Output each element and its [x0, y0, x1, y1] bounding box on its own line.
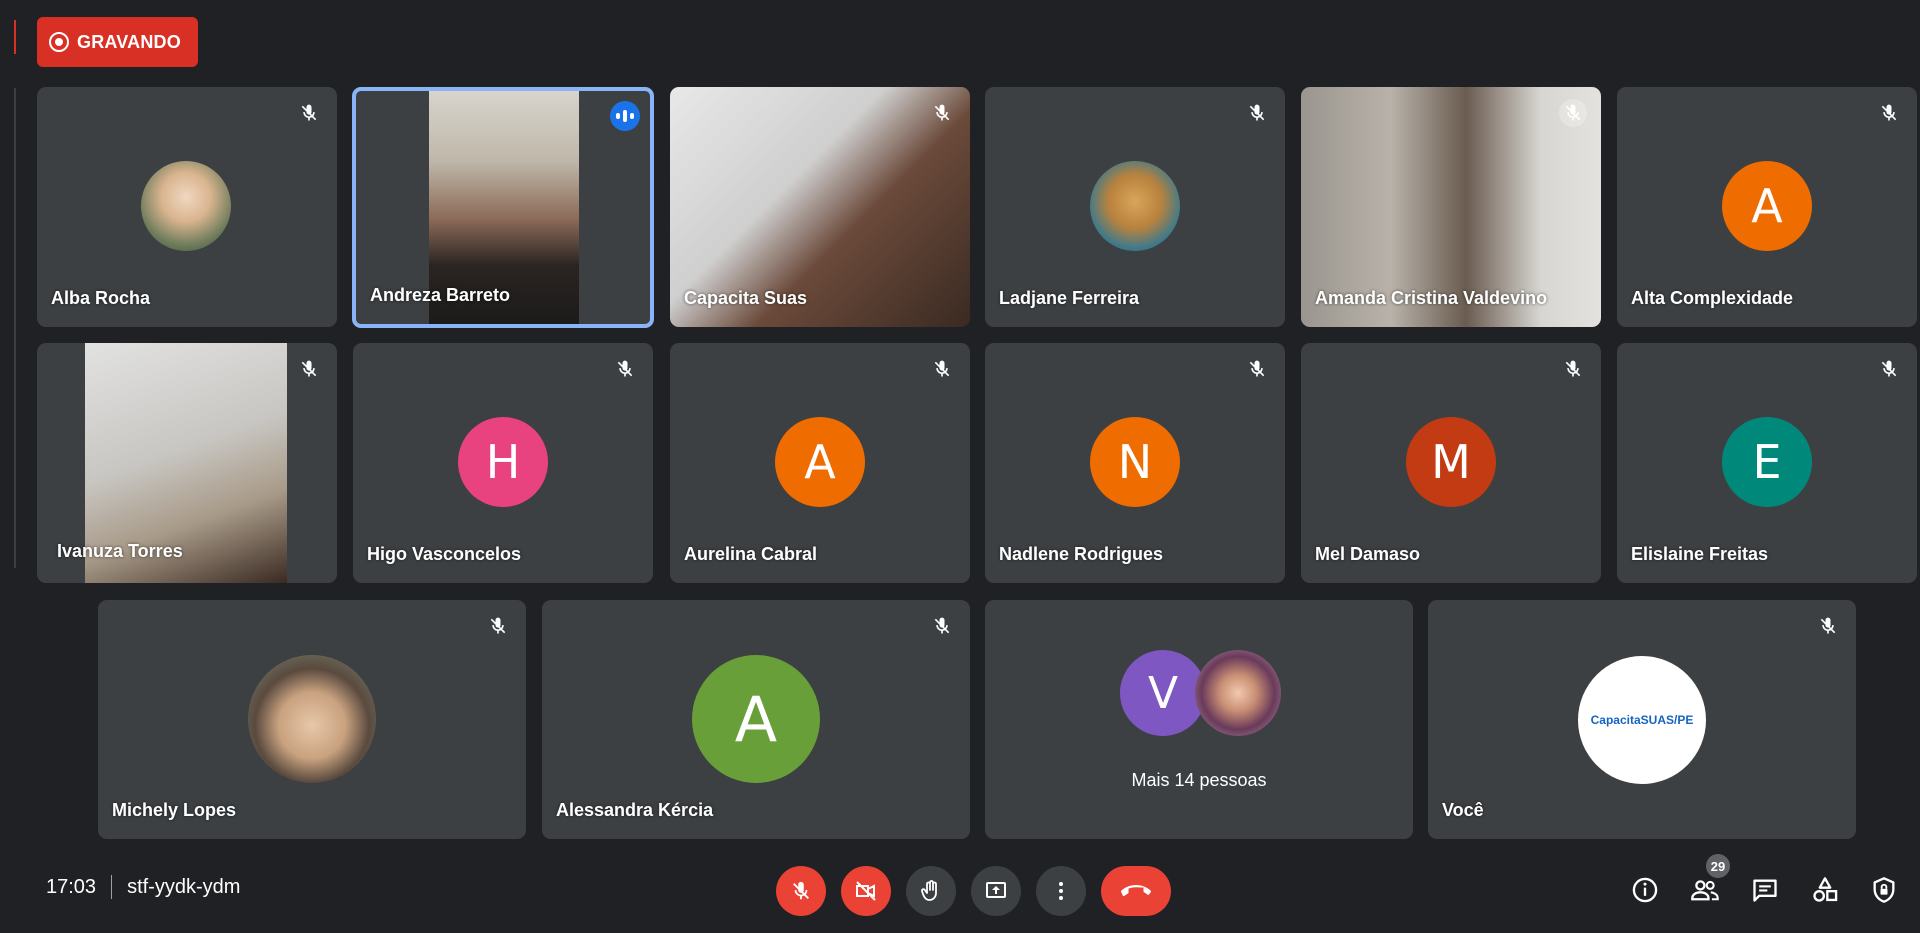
participant-name: Você [1442, 800, 1484, 820]
side-divider [14, 88, 16, 568]
mic-toggle-button[interactable] [776, 866, 826, 916]
participant-tile[interactable]: A Aurelina Cabral [670, 343, 970, 583]
info-icon [1632, 877, 1658, 903]
participant-tile[interactable]: Alba Rocha [37, 87, 337, 327]
participant-name: Nadlene Rodrigues [999, 544, 1164, 564]
logo-avatar: CapacitaSUAS/PE [1578, 656, 1706, 784]
participant-tile[interactable]: Ladjane Ferreira [985, 87, 1285, 327]
meeting-details-button[interactable] [1627, 872, 1663, 908]
participant-tile[interactable]: M Mel Damaso [1301, 343, 1601, 583]
more-options-button[interactable] [1036, 866, 1086, 916]
recording-badge: GRAVANDO [37, 17, 198, 67]
participant-name: Michely Lopes [112, 800, 237, 820]
participant-tile[interactable]: Capacita Suas [670, 87, 970, 327]
avatar [1195, 650, 1281, 736]
participant-tile[interactable]: E Elislaine Freitas [1617, 343, 1917, 583]
participant-name: Mel Damaso [1315, 544, 1421, 564]
mic-off-icon [928, 355, 956, 383]
mic-off-icon [1559, 99, 1587, 127]
mic-off-icon [484, 612, 512, 640]
participant-name: Higo Vasconcelos [367, 544, 522, 564]
host-controls-icon [1873, 877, 1895, 903]
activities-icon [1813, 877, 1838, 902]
more-options-icon [1059, 882, 1063, 900]
hang-up-icon [1121, 885, 1151, 897]
avatar: E [1722, 417, 1812, 507]
participant-tile[interactable]: H Higo Vasconcelos [353, 343, 653, 583]
chat-icon [1753, 879, 1777, 902]
mic-off-icon [1875, 99, 1903, 127]
logo-text: CapacitaSUAS/PE [1590, 713, 1694, 727]
mic-off-icon [1243, 99, 1271, 127]
raise-hand-button[interactable] [906, 866, 956, 916]
avatar: M [1406, 417, 1496, 507]
people-icon [1691, 880, 1719, 901]
present-screen-icon [986, 882, 1006, 898]
chat-button[interactable] [1747, 872, 1783, 908]
recording-label: GRAVANDO [77, 31, 181, 52]
mic-off-icon [928, 612, 956, 640]
participant-name: Alba Rocha [51, 288, 151, 308]
mic-off-icon [793, 881, 809, 900]
avatar: A [692, 655, 820, 783]
leave-call-button[interactable] [1101, 866, 1171, 916]
mic-off-icon [611, 355, 639, 383]
participant-tile[interactable]: Amanda Cristina Valdevino [1301, 87, 1601, 327]
avatar: H [458, 417, 548, 507]
camera-off-icon [856, 881, 876, 901]
speaking-indicator-icon [610, 101, 640, 131]
participant-tile[interactable]: N Nadlene Rodrigues [985, 343, 1285, 583]
avatar [141, 161, 231, 251]
host-controls-button[interactable] [1866, 872, 1902, 908]
participant-tile[interactable]: Michely Lopes [98, 600, 526, 839]
raise-hand-icon [921, 880, 937, 901]
avatar [1090, 161, 1180, 251]
participant-name: Andreza Barreto [370, 285, 511, 305]
mic-off-icon [1243, 355, 1271, 383]
participant-tile[interactable]: Ivanuza Torres [37, 343, 337, 583]
participant-name: Capacita Suas [684, 288, 808, 308]
camera-toggle-button[interactable] [841, 866, 891, 916]
meeting-code: stf-yydk-ydm [127, 875, 241, 898]
clock: 17:03 [46, 875, 97, 898]
participant-name: Alessandra Kércia [556, 800, 714, 820]
more-participants-label: Mais 14 pessoas [1131, 770, 1267, 790]
mic-off-icon [1875, 355, 1903, 383]
avatar: V [1120, 650, 1206, 736]
mic-off-icon [928, 99, 956, 127]
participant-tile[interactable]: A Alessandra Kércia [542, 600, 970, 839]
mic-off-icon [1559, 355, 1587, 383]
participant-name: Ivanuza Torres [57, 541, 183, 561]
side-indicator [14, 20, 16, 54]
avatar [248, 655, 376, 783]
activities-button[interactable] [1807, 872, 1843, 908]
participant-count-badge: 29 [1706, 854, 1730, 878]
participant-name: Aurelina Cabral [684, 544, 818, 564]
mic-off-icon [295, 355, 323, 383]
mic-off-icon [295, 99, 323, 127]
participant-name: Amanda Cristina Valdevino [1315, 288, 1548, 308]
mic-off-icon [1814, 612, 1842, 640]
more-participants-tile[interactable]: V Mais 14 pessoas [985, 600, 1413, 839]
participant-name: Elislaine Freitas [1631, 544, 1769, 564]
avatar: A [775, 417, 865, 507]
participant-name: Ladjane Ferreira [999, 288, 1140, 308]
avatar: A [1722, 161, 1812, 251]
participant-tile[interactable]: A Alta Complexidade [1617, 87, 1917, 327]
self-tile[interactable]: CapacitaSUAS/PE Você [1428, 600, 1856, 839]
divider [111, 875, 113, 899]
avatar: N [1090, 417, 1180, 507]
participant-name: Alta Complexidade [1631, 288, 1794, 308]
meeting-info: 17:03 stf-yydk-ydm [46, 875, 240, 899]
participant-tile-speaking[interactable]: Andreza Barreto [352, 87, 654, 328]
recording-icon [49, 32, 69, 52]
present-screen-button[interactable] [971, 866, 1021, 916]
